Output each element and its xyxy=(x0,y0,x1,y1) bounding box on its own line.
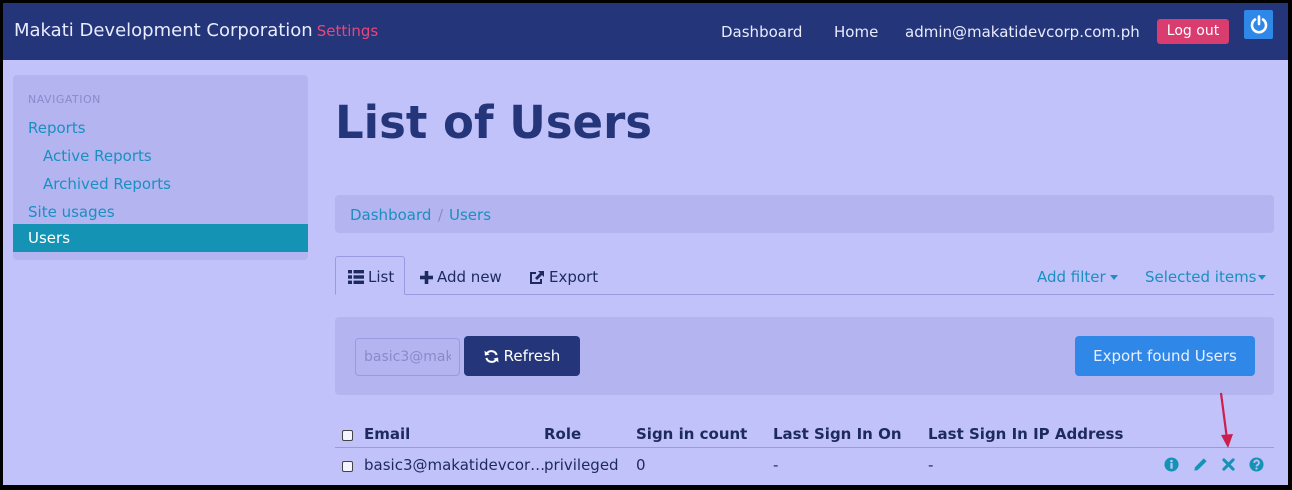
caret-down-icon xyxy=(1109,275,1118,280)
export-found-users-button[interactable]: Export found Users xyxy=(1075,336,1255,376)
column-header-last-sign-in-ip[interactable]: Last Sign In IP Address xyxy=(928,425,1123,443)
tab-list[interactable]: List xyxy=(348,268,394,286)
tab-add-new[interactable]: Add new xyxy=(420,268,502,286)
cell-last-sign-in-ip: - xyxy=(928,456,934,474)
caret-down-icon xyxy=(1257,275,1266,280)
info-button[interactable] xyxy=(1163,456,1179,472)
close-icon xyxy=(1221,457,1235,471)
tab-list-label: List xyxy=(368,268,395,286)
page-title: List of Users xyxy=(335,96,653,149)
selected-items-label: Selected items xyxy=(1145,268,1257,286)
brand[interactable]: Makati Development Corporation Settings xyxy=(14,20,378,41)
brand-name: Makati Development Corporation xyxy=(14,20,313,41)
info-icon xyxy=(1163,456,1179,472)
list-icon xyxy=(348,270,364,284)
logout-button[interactable]: Log out xyxy=(1157,19,1229,44)
breadcrumb: Dashboard / Users xyxy=(335,195,1274,233)
refresh-button-label: Refresh xyxy=(503,347,561,365)
sidebar-item-site-usages[interactable]: Site usages xyxy=(28,203,115,221)
add-filter-dropdown[interactable]: Add filter xyxy=(1037,268,1118,286)
plus-icon xyxy=(420,270,433,284)
table-header-divider xyxy=(335,447,1274,448)
help-button[interactable] xyxy=(1248,456,1264,472)
app-frame: Makati Development Corporation Settings D… xyxy=(3,3,1288,485)
cell-last-sign-in-on: - xyxy=(773,456,779,474)
select-all-checkbox[interactable] xyxy=(342,430,353,441)
brand-accent: Settings xyxy=(316,22,379,40)
cell-email: basic3@makatidevcor… xyxy=(364,456,546,474)
pencil-icon xyxy=(1193,457,1207,471)
breadcrumb-users[interactable]: Users xyxy=(449,206,491,224)
nav-link-account[interactable]: admin@makatidevcorp.com.ph xyxy=(905,23,1140,41)
tab-export[interactable]: Export xyxy=(529,268,598,286)
refresh-icon xyxy=(484,349,499,363)
sidebar-item-active-reports[interactable]: Active Reports xyxy=(43,147,152,165)
top-navbar: Makati Development Corporation Settings D… xyxy=(3,3,1288,60)
question-icon xyxy=(1248,456,1264,472)
sidebar-item-users[interactable]: Users xyxy=(13,224,308,252)
breadcrumb-dashboard[interactable]: Dashboard xyxy=(350,206,431,224)
export-icon xyxy=(530,270,544,284)
column-header-role[interactable]: Role xyxy=(544,425,581,443)
delete-button[interactable] xyxy=(1220,456,1236,472)
edit-button[interactable] xyxy=(1192,456,1208,472)
column-header-email[interactable]: Email xyxy=(364,425,410,443)
add-filter-label: Add filter xyxy=(1037,268,1106,286)
power-icon xyxy=(1250,14,1267,33)
sidebar-item-users-label: Users xyxy=(28,229,71,247)
tab-export-label: Export xyxy=(549,268,599,286)
search-input[interactable] xyxy=(355,338,460,376)
tab-add-new-label: Add new xyxy=(437,268,502,286)
power-button[interactable] xyxy=(1244,10,1273,39)
sidebar-header: NAVIGATION xyxy=(28,93,101,106)
column-header-sign-in-count[interactable]: Sign in count xyxy=(636,425,747,443)
sidebar-item-archived-reports[interactable]: Archived Reports xyxy=(43,175,171,193)
filter-panel: Refresh Export found Users xyxy=(335,317,1274,395)
sidebar-item-reports[interactable]: Reports xyxy=(28,119,86,137)
refresh-button[interactable]: Refresh xyxy=(464,336,580,376)
cell-role: privileged xyxy=(544,456,619,474)
row-checkbox[interactable] xyxy=(342,461,353,472)
column-header-last-sign-in-on[interactable]: Last Sign In On xyxy=(773,425,902,443)
tabs-divider xyxy=(335,294,1274,295)
sidebar: NAVIGATION Reports Active Reports Archiv… xyxy=(13,75,308,260)
annotation-arrow-icon xyxy=(1219,392,1233,448)
nav-link-dashboard[interactable]: Dashboard xyxy=(721,23,802,41)
selected-items-dropdown[interactable]: Selected items xyxy=(1145,268,1266,286)
cell-sign-in-count: 0 xyxy=(636,456,646,474)
breadcrumb-separator: / xyxy=(438,206,444,224)
nav-link-home[interactable]: Home xyxy=(834,23,878,41)
